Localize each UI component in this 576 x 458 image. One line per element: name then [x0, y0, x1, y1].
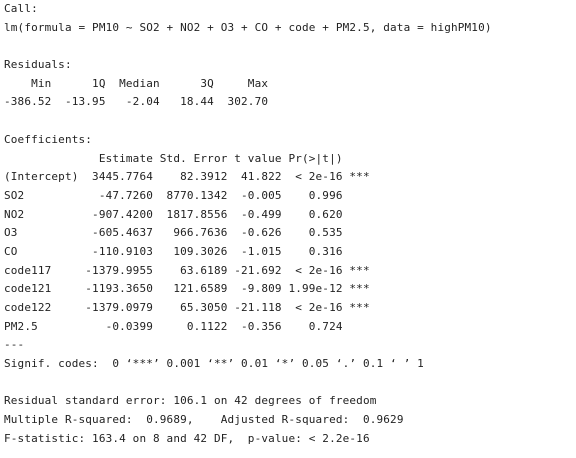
coefficient-row-pm25: PM2.5 -0.0399 0.1122 -0.356 0.724	[4, 319, 370, 333]
coefficients-column-headers: Estimate Std. Error t value Pr(>|t|)	[4, 151, 370, 165]
f-statistic: F-statistic: 163.4 on 8 and 42 DF, p-val…	[4, 431, 370, 445]
residual-standard-error: Residual standard error: 106.1 on 42 deg…	[4, 394, 377, 408]
residuals-header: Residuals:	[4, 58, 72, 72]
coefficient-row-code121: code121 -1193.3650 121.6589 -9.809 1.99e…	[4, 282, 370, 296]
coefficients-header: Coefficients:	[4, 132, 93, 146]
r-console-output: Call: lm(formula = PM10 ~ SO2 + NO2 + O3…	[4, 0, 576, 449]
coefficient-row-code117: code117 -1379.9955 63.6189 -21.692 < 2e-…	[4, 263, 370, 277]
coefficient-row-o3: O3 -605.4637 966.7636 -0.626 0.535	[4, 226, 370, 240]
coefficient-row-intercept: (Intercept) 3445.7764 82.3912 41.822 < 2…	[4, 170, 370, 184]
r-squared: Multiple R-squared: 0.9689, Adjusted R-s…	[4, 413, 411, 427]
coefficient-row-so2: SO2 -47.7260 8770.1342 -0.005 0.996	[4, 188, 370, 202]
coefficient-row-no2: NO2 -907.4200 1817.8556 -0.499 0.620	[4, 207, 370, 221]
call-formula: lm(formula = PM10 ~ SO2 + NO2 + O3 + CO …	[4, 20, 492, 34]
coefficient-row-co: CO -110.9103 109.3026 -1.015 0.316	[4, 244, 370, 258]
signif-codes: Signif. codes: 0 ‘***’ 0.001 ‘**’ 0.01 ‘…	[4, 357, 424, 371]
coefficient-row-code122: code122 -1379.0979 65.3050 -21.118 < 2e-…	[4, 301, 370, 314]
separator-line: ---	[4, 338, 25, 352]
call-header: Call:	[4, 2, 38, 15]
residuals-labels: Min 1Q Median 3Q Max	[4, 76, 275, 90]
residuals-values: -386.52 -13.95 -2.04 18.44 302.70	[4, 95, 275, 109]
